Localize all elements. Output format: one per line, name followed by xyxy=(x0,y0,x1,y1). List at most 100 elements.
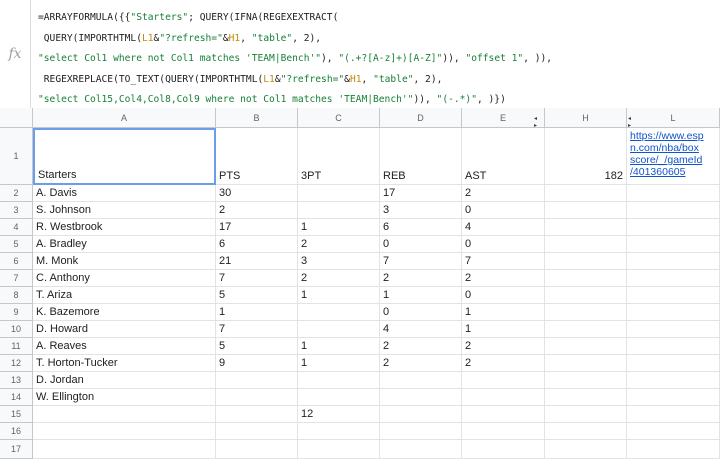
cell-h16[interactable] xyxy=(545,423,627,440)
cell-d13[interactable] xyxy=(380,372,462,389)
cell-a14[interactable]: W. Ellington xyxy=(33,389,216,406)
cell-l1[interactable]: https://www.esp n.com/nba/box score/_/ga… xyxy=(627,128,720,185)
cell-a10[interactable]: D. Howard xyxy=(33,321,216,338)
hidden-columns-arrows[interactable]: ◂ ▸ xyxy=(534,115,538,129)
row-header[interactable]: 7 xyxy=(0,270,33,287)
row-header[interactable]: 17 xyxy=(0,440,33,459)
row-header[interactable]: 6 xyxy=(0,253,33,270)
espn-link[interactable]: https://www.esp n.com/nba/box score/_/ga… xyxy=(630,130,704,178)
hidden-columns-arrows[interactable]: ◂ ▸ xyxy=(628,115,632,129)
cell-c13[interactable] xyxy=(298,372,380,389)
cell-c17[interactable] xyxy=(298,440,380,459)
cell-b4[interactable]: 17 xyxy=(216,219,298,236)
cell-c5[interactable]: 2 xyxy=(298,236,380,253)
cell-b5[interactable]: 6 xyxy=(216,236,298,253)
cell-d15[interactable] xyxy=(380,406,462,423)
cell-e13[interactable] xyxy=(462,372,545,389)
cell-h12[interactable] xyxy=(545,355,627,372)
cell-c4[interactable]: 1 xyxy=(298,219,380,236)
cell-b2[interactable]: 30 xyxy=(216,185,298,202)
cell-b13[interactable] xyxy=(216,372,298,389)
cell-h7[interactable] xyxy=(545,270,627,287)
cell-a7[interactable]: C. Anthony xyxy=(33,270,216,287)
cell-e12[interactable]: 2 xyxy=(462,355,545,372)
cell-c12[interactable]: 1 xyxy=(298,355,380,372)
formula-bar[interactable]: fx =ARRAYFORMULA({{"Starters"; QUERY(IFN… xyxy=(0,0,720,109)
cell-d11[interactable]: 2 xyxy=(380,338,462,355)
column-header-a[interactable]: A xyxy=(33,108,216,128)
cell-b6[interactable]: 21 xyxy=(216,253,298,270)
cell-h14[interactable] xyxy=(545,389,627,406)
cell-d14[interactable] xyxy=(380,389,462,406)
row-header[interactable]: 14 xyxy=(0,389,33,406)
row-header[interactable]: 15 xyxy=(0,406,33,423)
cell-l11[interactable] xyxy=(627,338,720,355)
cell-a3[interactable]: S. Johnson xyxy=(33,202,216,219)
cell-d17[interactable] xyxy=(380,440,462,459)
cell-a11[interactable]: A. Reaves xyxy=(33,338,216,355)
cell-c8[interactable]: 1 xyxy=(298,287,380,304)
select-all-corner[interactable] xyxy=(0,108,33,128)
cell-d5[interactable]: 0 xyxy=(380,236,462,253)
column-header-d[interactable]: D xyxy=(380,108,462,128)
cell-h1[interactable]: 182 xyxy=(545,128,627,185)
cell-b8[interactable]: 5 xyxy=(216,287,298,304)
cell-a8[interactable]: T. Ariza xyxy=(33,287,216,304)
cell-a9[interactable]: K. Bazemore xyxy=(33,304,216,321)
row-header[interactable]: 2 xyxy=(0,185,33,202)
cell-c3[interactable] xyxy=(298,202,380,219)
cell-h15[interactable] xyxy=(545,406,627,423)
cell-e9[interactable]: 1 xyxy=(462,304,545,321)
cell-h8[interactable] xyxy=(545,287,627,304)
cell-l4[interactable] xyxy=(627,219,720,236)
column-header-e[interactable]: E xyxy=(462,108,545,128)
cell-e8[interactable]: 0 xyxy=(462,287,545,304)
row-header[interactable]: 3 xyxy=(0,202,33,219)
cell-b17[interactable] xyxy=(216,440,298,459)
cell-c10[interactable] xyxy=(298,321,380,338)
cell-c15[interactable]: 12 xyxy=(298,406,380,423)
cell-h11[interactable] xyxy=(545,338,627,355)
cell-b1[interactable]: PTS xyxy=(216,128,298,185)
column-header-c[interactable]: C xyxy=(298,108,380,128)
cell-l10[interactable] xyxy=(627,321,720,338)
cell-a2[interactable]: A. Davis xyxy=(33,185,216,202)
row-header[interactable]: 13 xyxy=(0,372,33,389)
column-header-b[interactable]: B xyxy=(216,108,298,128)
cell-b11[interactable]: 5 xyxy=(216,338,298,355)
cell-e5[interactable]: 0 xyxy=(462,236,545,253)
cell-a4[interactable]: R. Westbrook xyxy=(33,219,216,236)
cell-l2[interactable] xyxy=(627,185,720,202)
cell-e1[interactable]: AST xyxy=(462,128,545,185)
cell-c6[interactable]: 3 xyxy=(298,253,380,270)
cell-b15[interactable] xyxy=(216,406,298,423)
cell-b3[interactable]: 2 xyxy=(216,202,298,219)
cell-l16[interactable] xyxy=(627,423,720,440)
cell-l13[interactable] xyxy=(627,372,720,389)
cell-c16[interactable] xyxy=(298,423,380,440)
cell-l9[interactable] xyxy=(627,304,720,321)
row-header[interactable]: 8 xyxy=(0,287,33,304)
cell-c2[interactable] xyxy=(298,185,380,202)
cell-b9[interactable]: 1 xyxy=(216,304,298,321)
cell-d4[interactable]: 6 xyxy=(380,219,462,236)
cell-l7[interactable] xyxy=(627,270,720,287)
cell-d6[interactable]: 7 xyxy=(380,253,462,270)
cell-e4[interactable]: 4 xyxy=(462,219,545,236)
cell-e16[interactable] xyxy=(462,423,545,440)
cell-a6[interactable]: M. Monk xyxy=(33,253,216,270)
cell-e10[interactable]: 1 xyxy=(462,321,545,338)
cell-l14[interactable] xyxy=(627,389,720,406)
cell-d3[interactable]: 3 xyxy=(380,202,462,219)
cell-e7[interactable]: 2 xyxy=(462,270,545,287)
cell-e17[interactable] xyxy=(462,440,545,459)
cell-a13[interactable]: D. Jordan xyxy=(33,372,216,389)
cell-d10[interactable]: 4 xyxy=(380,321,462,338)
row-header[interactable]: 9 xyxy=(0,304,33,321)
cell-a5[interactable]: A. Bradley xyxy=(33,236,216,253)
cell-e2[interactable]: 2 xyxy=(462,185,545,202)
cell-e6[interactable]: 7 xyxy=(462,253,545,270)
cell-h4[interactable] xyxy=(545,219,627,236)
row-header[interactable]: 11 xyxy=(0,338,33,355)
cell-h13[interactable] xyxy=(545,372,627,389)
